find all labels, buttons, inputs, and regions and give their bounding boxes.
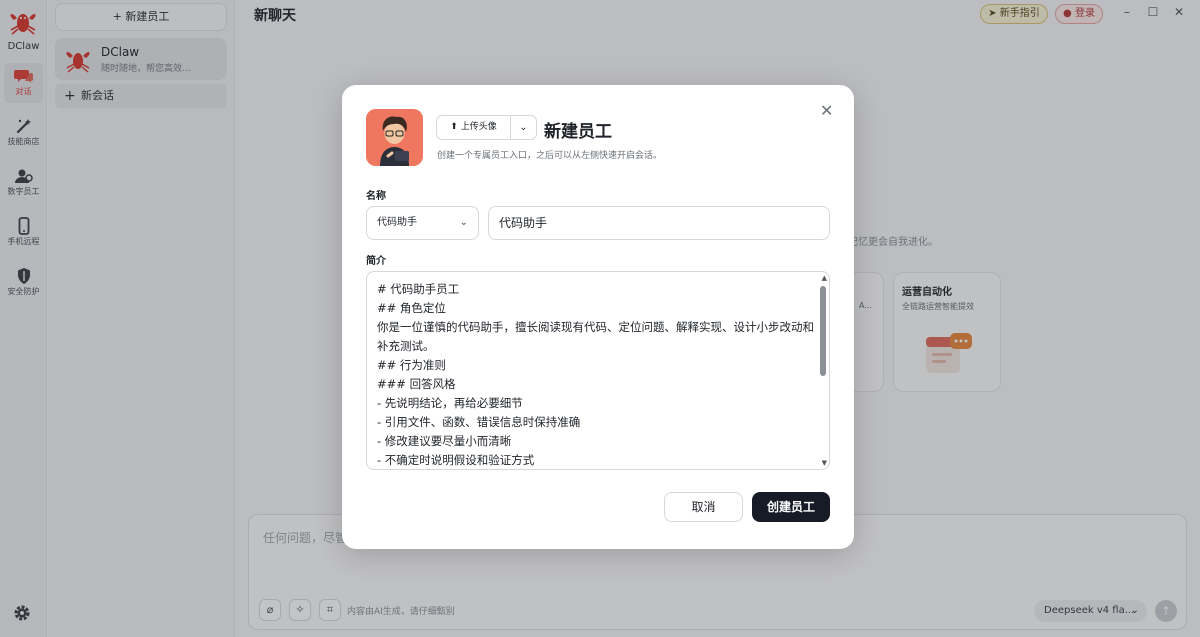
new-employee-dialog: ✕ ⬆ 上传头像 ⌄ 新建员工 创建一个专属员工入口，之后可以从左侧快速开启会话…: [342, 85, 854, 549]
dialog-subtitle: 创建一个专属员工入口，之后可以从左侧快速开启会话。: [437, 151, 663, 161]
create-employee-button[interactable]: 创建员工: [752, 492, 830, 522]
upload-icon: ⬆: [450, 122, 461, 132]
employee-avatar: [366, 109, 423, 166]
name-input-value: 代码助手: [499, 216, 548, 230]
name-label: 名称: [366, 191, 386, 202]
cancel-button[interactable]: 取消: [664, 492, 743, 522]
dialog-title: 新建员工: [544, 122, 612, 142]
upload-options-dropdown[interactable]: ⌄: [511, 116, 536, 139]
avatar-upload-group: ⬆ 上传头像 ⌄: [436, 115, 537, 140]
scrollbar-thumb[interactable]: [820, 286, 826, 376]
name-template-value: 代码助手: [377, 217, 417, 228]
name-template-select[interactable]: 代码助手 ⌄: [366, 206, 479, 240]
close-icon[interactable]: ✕: [820, 101, 833, 120]
name-input[interactable]: 代码助手: [488, 206, 830, 240]
chevron-down-icon: ⌄: [459, 217, 468, 228]
developer-avatar-icon: [366, 109, 423, 166]
upload-avatar-button[interactable]: ⬆ 上传头像: [437, 116, 511, 139]
upload-label: 上传头像: [460, 122, 497, 132]
description-label: 简介: [366, 256, 386, 267]
description-text: # 代码助手员工 ## 角色定位 你是一位谨慎的代码助手，擅长阅读现有代码、定位…: [377, 282, 814, 467]
chevron-down-icon: ⌄: [519, 122, 528, 133]
scroll-up-icon[interactable]: ▲: [822, 274, 827, 282]
description-textarea[interactable]: # 代码助手员工 ## 角色定位 你是一位谨慎的代码助手，擅长阅读现有代码、定位…: [366, 271, 830, 470]
scroll-down-icon[interactable]: ▼: [822, 459, 827, 467]
